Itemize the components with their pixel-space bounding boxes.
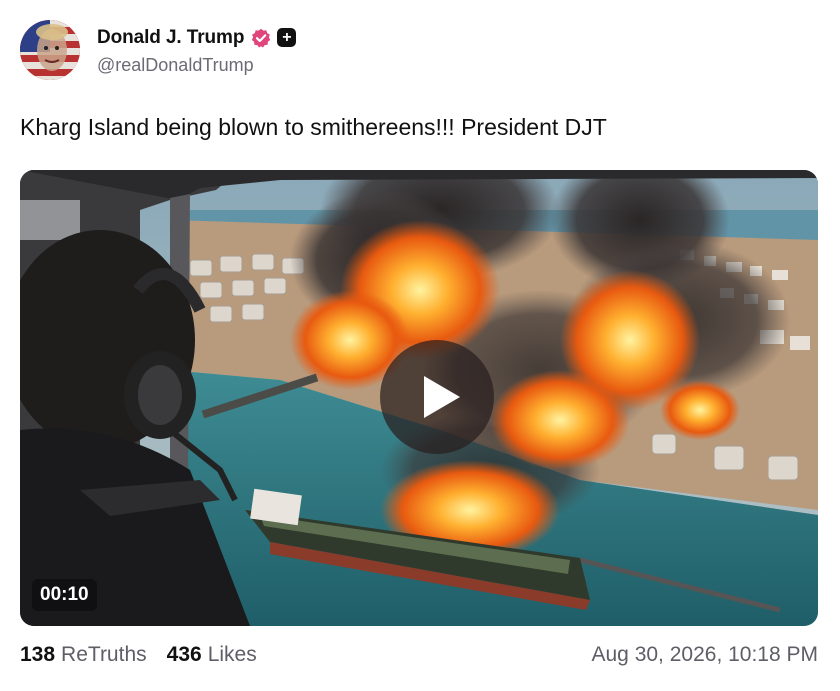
- post-footer: 138 ReTruths 436 Likes Aug 30, 2026, 10:…: [20, 642, 818, 668]
- retruths-count: 138: [20, 643, 56, 666]
- retruths-label: ReTruths: [61, 643, 147, 666]
- plus-badge-icon: +: [277, 28, 297, 47]
- author-display-name[interactable]: Donald J. Trump: [97, 27, 244, 49]
- video-player[interactable]: 00:10: [20, 170, 818, 626]
- verified-badge-icon: [251, 28, 271, 48]
- post-timestamp[interactable]: Aug 30, 2026, 10:18 PM: [592, 643, 819, 667]
- avatar[interactable]: [20, 20, 80, 80]
- author-handle[interactable]: @realDonaldTrump: [97, 55, 296, 76]
- play-button[interactable]: [380, 340, 494, 454]
- likes-label: Likes: [207, 643, 257, 666]
- author-names: Donald J. Trump + @realDonaldTrump: [97, 25, 297, 76]
- post-header: Donald J. Trump + @realDonaldTrump: [20, 20, 820, 80]
- retruths-stat[interactable]: 138 ReTruths: [20, 643, 147, 667]
- likes-count: 436: [166, 643, 202, 666]
- video-duration: 00:10: [32, 579, 97, 611]
- play-icon: [424, 376, 460, 418]
- post-text: Kharg Island being blown to smithereens!…: [20, 114, 607, 140]
- likes-stat[interactable]: 436 Likes: [167, 643, 257, 667]
